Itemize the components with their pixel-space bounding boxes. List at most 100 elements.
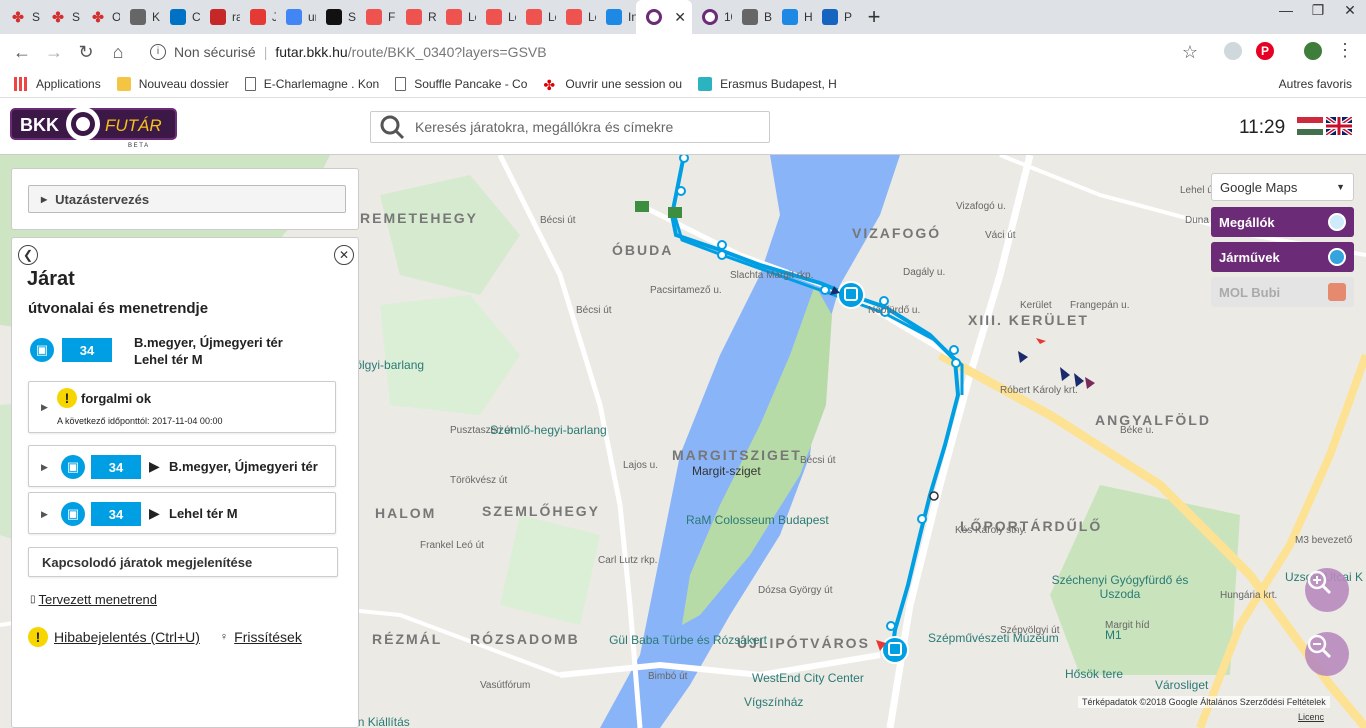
browser-tab[interactable]: rap: [200, 0, 240, 34]
related-routes-button[interactable]: Kapcsolodó járatok megjelenítése: [28, 547, 338, 577]
map-attribution[interactable]: Térképadatok ©2018 Google Általános Szer…: [1078, 696, 1330, 708]
browser-tab[interactable]: Lo: [476, 0, 516, 34]
service-status-box[interactable]: ▶ ! forgalmi ok A következő időponttól: …: [28, 381, 336, 433]
bookmark-item[interactable]: Applications: [14, 76, 101, 91]
report-link[interactable]: Hibabejelentés (Ctrl+U): [54, 629, 200, 645]
poi-label[interactable]: Hősök tere: [1065, 667, 1123, 681]
poi-label[interactable]: Vígszínház: [744, 695, 803, 709]
poi-label[interactable]: Városliget: [1155, 678, 1208, 692]
poi-label[interactable]: Szemlő-hegyi-barlang: [490, 423, 607, 437]
stop-marker: [820, 285, 830, 295]
poi-label[interactable]: Szépművészeti Múzeum: [928, 631, 1059, 645]
browser-tab[interactable]: Job: [240, 0, 276, 34]
info-icon[interactable]: i: [150, 44, 166, 60]
bookmark-item[interactable]: Souffle Pancake - Co: [395, 76, 527, 91]
browser-tab[interactable]: Pla: [812, 0, 852, 34]
browser-tab[interactable]: Lo: [436, 0, 476, 34]
zoom-in-button[interactable]: [1305, 568, 1349, 612]
browser-tab[interactable]: ✤ Se: [40, 0, 80, 34]
bkk-futar-logo[interactable]: BKK FUTÁR B E T A: [10, 105, 178, 149]
browser-tab[interactable]: Lo: [556, 0, 596, 34]
bookmark-star-icon[interactable]: ☆: [1182, 42, 1198, 63]
close-window-icon[interactable]: ✕: [1334, 0, 1366, 24]
tab-label: Ko: [152, 10, 160, 24]
new-tab-button[interactable]: +: [860, 0, 888, 34]
history-icon: [782, 9, 798, 25]
tab-label: Lo: [468, 10, 476, 24]
browser-tab[interactable]: Ko: [120, 0, 160, 34]
map-type-select[interactable]: Google Maps ▼: [1211, 173, 1354, 201]
bus-icon: [1328, 248, 1346, 266]
browser-tab[interactable]: Bo: [732, 0, 772, 34]
stop-marker: [929, 491, 939, 501]
trip-planner-button[interactable]: ▶ Utazástervezés: [28, 185, 346, 213]
url-bar[interactable]: i Non sécurisé | futar.bkk.hu/route/BKK_…: [138, 38, 1208, 66]
browser-tab[interactable]: STI: [316, 0, 356, 34]
tab-close-icon[interactable]: ✕: [674, 9, 686, 26]
warning-icon: !: [57, 388, 77, 408]
browser-tab[interactable]: Lo: [516, 0, 556, 34]
browser-tab[interactable]: Co: [160, 0, 200, 34]
street-label: Slachta Margit rkp.: [730, 270, 814, 281]
browser-tab[interactable]: ✕: [636, 0, 692, 34]
document-icon: [130, 9, 146, 25]
restore-icon[interactable]: ❐: [1302, 0, 1334, 24]
bookmark-item[interactable]: Erasmus Budapest, H: [698, 76, 837, 91]
poi-label[interactable]: RaM Colosseum Budapest: [686, 513, 829, 527]
send-icon: [210, 9, 226, 25]
browser-tab[interactable]: ✤ Où: [80, 0, 120, 34]
browser-tab[interactable]: His: [772, 0, 812, 34]
updates-link[interactable]: Frissítések: [234, 629, 302, 645]
browser-tab[interactable]: 10: [692, 0, 732, 34]
close-panel-button[interactable]: ✕: [334, 245, 354, 265]
bookmark-item[interactable]: Nouveau dossier: [116, 76, 229, 91]
minimize-icon[interactable]: —: [1270, 0, 1302, 24]
stop-marker: [951, 358, 961, 368]
forward-button[interactable]: →: [38, 42, 70, 63]
bus-vehicle-icon: [881, 636, 909, 664]
layer-label: MOL Bubi: [1219, 284, 1281, 300]
street-label: M3 bevezető: [1295, 535, 1353, 546]
poi-label[interactable]: WestEnd City Center: [752, 671, 864, 685]
poi-label[interactable]: Széchenyi Gyógyfürdő és Uszoda: [1040, 573, 1200, 601]
address-bar: ← → ↻ ⌂ i Non sécurisé | futar.bkk.hu/ro…: [0, 34, 1366, 70]
menu-icon[interactable]: ⋮: [1336, 40, 1354, 61]
browser-tab[interactable]: Int: [596, 0, 636, 34]
skype-icon[interactable]: [1224, 42, 1242, 60]
browser-tab[interactable]: uni: [276, 0, 316, 34]
park-area: [500, 515, 600, 625]
layer-toggle-stops[interactable]: Megállók: [1211, 207, 1354, 237]
layer-toggle-mol-bubi[interactable]: MOL Bubi: [1211, 277, 1354, 307]
park-area: [380, 175, 520, 295]
bookmark-item[interactable]: ✤ Ouvrir une session ou: [543, 77, 682, 93]
browser-tab[interactable]: ✤ Se: [0, 0, 40, 34]
search-placeholder: Keresés járatokra, megállókra és címekre: [415, 119, 674, 135]
zoom-out-button[interactable]: [1305, 632, 1349, 676]
extension-icon[interactable]: [1304, 42, 1322, 60]
english-flag-icon[interactable]: [1326, 117, 1352, 135]
pinterest-icon[interactable]: P: [1256, 42, 1274, 60]
direction-row[interactable]: ▶ ▣ 34 ▶ Lehel tér M: [28, 492, 336, 534]
poi-label[interactable]: M1: [1105, 628, 1122, 642]
reload-button[interactable]: ↻: [70, 42, 102, 63]
licence-link[interactable]: Licenc: [1298, 712, 1324, 722]
layer-toggle-vehicles[interactable]: Járművek: [1211, 242, 1354, 272]
direction-row[interactable]: ▶ ▣ 34 ▶ B.megyer, Újmegyeri tér: [28, 445, 336, 487]
bulb-icon: ♀: [219, 631, 229, 643]
poi-label[interactable]: Gül Baba Türbe és Rózsakert: [608, 633, 768, 647]
street-label: Bimbó út: [648, 671, 688, 682]
bus-icon: ▣: [61, 502, 85, 526]
bookmark-item[interactable]: E-Charlemagne . Kon: [244, 76, 379, 91]
home-button[interactable]: ⌂: [102, 42, 134, 63]
play-icon: ▶: [149, 505, 160, 521]
timetable-link[interactable]: Tervezett menetrend: [39, 592, 158, 607]
street-label: Vasútfórum: [480, 680, 531, 691]
hungarian-flag-icon[interactable]: [1297, 117, 1323, 135]
back-circle-button[interactable]: ❮: [18, 245, 38, 265]
search-input[interactable]: Keresés járatokra, megállókra és címekre: [370, 111, 770, 143]
browser-tab[interactable]: Fin: [356, 0, 396, 34]
stop-marker: [886, 621, 896, 631]
back-button[interactable]: ←: [6, 42, 38, 63]
other-bookmarks[interactable]: Autres favoris: [1279, 77, 1352, 91]
browser-tab[interactable]: Ro: [396, 0, 436, 34]
